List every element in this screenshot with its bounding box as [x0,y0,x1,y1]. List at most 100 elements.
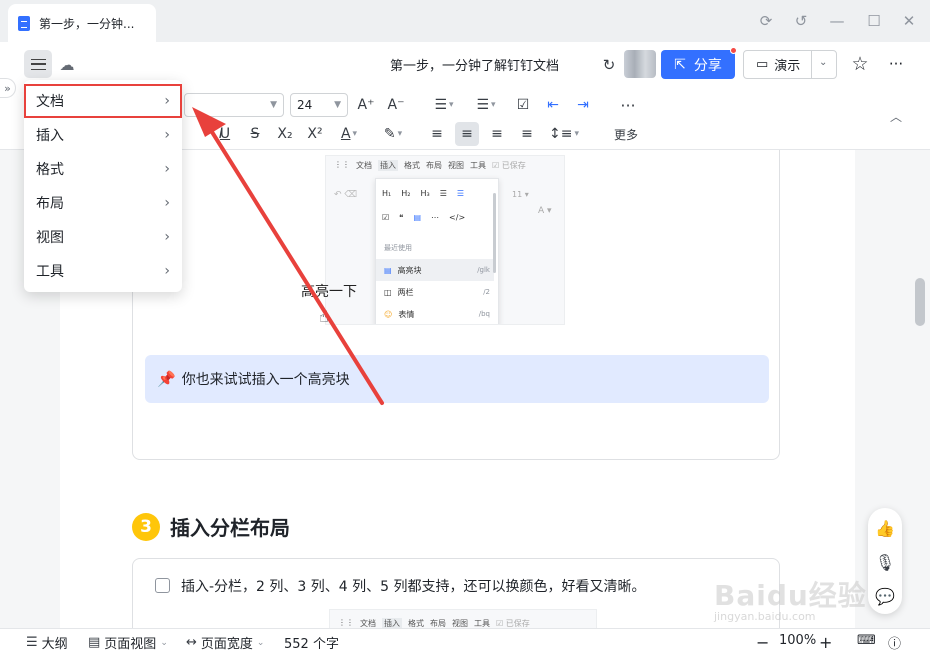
zoom-out-icon[interactable]: − [756,633,769,652]
menu-item-view[interactable]: 视图 › [24,220,182,254]
refresh-icon[interactable]: ↻ [598,54,620,76]
underline-icon[interactable]: U [214,122,236,146]
more-icon[interactable]: ··· [616,93,640,117]
outline-button[interactable]: ☰ 大纲 [26,633,68,652]
minimize-icon[interactable]: — [827,11,847,31]
menu-item-document[interactable]: 文档 › [24,84,182,118]
outline-label: 大纲 [41,637,68,652]
tab-title: 第一步，一分钟... [39,16,135,31]
present-icon: ▭ [756,57,769,72]
more-icon[interactable]: ··· [884,52,908,76]
history-icon[interactable]: ↺ [791,11,811,31]
close-icon[interactable]: ✕ [899,11,919,31]
highlight-icon[interactable]: ✎ ▾ [376,122,410,146]
mini-item: ◫ 两栏/2 [384,287,490,297]
mini-recent-label: 最近使用 [384,244,412,252]
maximize-icon[interactable]: ☐ [864,11,884,31]
floating-assistant-panel: 👍 🎙 💬 [868,508,902,614]
task-checkbox[interactable] [155,578,170,593]
more-label[interactable]: 更多 [614,126,638,143]
help-icon[interactable]: ⓘ [888,633,901,652]
avatar[interactable] [624,50,656,78]
chevron-right-icon: › [164,127,170,143]
mini-menu-item: 格式 [404,161,420,170]
superscript-icon[interactable]: X² [304,122,326,146]
chevron-down-icon[interactable]: ⌄ [819,57,827,68]
mini-menu-item: 视图 [448,161,464,170]
subscript-icon[interactable]: X₂ [274,122,296,146]
chevron-down-icon: ⌄ [256,637,265,648]
menu-item-label: 视图 [36,230,64,246]
checklist-icon[interactable]: ☑ [512,93,534,117]
chevron-down-icon: ▼ [270,100,277,110]
embedded-screenshot: ⋮⋮ 文档 插入 格式 布局 视图 工具 ☑ 已保存 ↶ ⌫ 11 ▾ A ▾ … [325,155,565,325]
mini-menu-item: 插入 [378,160,398,171]
highlight-callout[interactable]: 📌 你也来试试插入一个高亮块 [145,355,769,403]
content-card: 插入-分栏，2 列、3 列、4 列、5 列都支持，还可以换颜色，好看又清晰。 ⋮… [132,558,780,628]
font-family-select[interactable]: ▼ [184,93,284,117]
section-number: 3 [132,512,160,541]
like-icon[interactable]: 👍 [868,514,902,542]
menu-item-layout[interactable]: 布局 › [24,186,182,220]
comment-icon[interactable]: 💬 [868,582,902,610]
align-right-icon[interactable]: ≡ [486,122,508,146]
settings-icon[interactable]: ⟳ [756,11,776,31]
indent-icon[interactable]: ⇥ [572,93,594,117]
chevron-right-icon: › [164,229,170,245]
page-view-label: 页面视图 [104,637,157,652]
microphone-icon[interactable]: 🎙 [868,548,902,576]
align-left-icon[interactable]: ≡ [426,122,448,146]
main-menu-button[interactable] [24,50,52,78]
menu-item-label: 格式 [36,162,64,178]
zoom-in-icon[interactable]: + [819,633,832,652]
mini-menu-bar: ⋮⋮ 文档 插入 格式 布局 视图 工具 ☑ 已保存 [334,160,526,171]
mini-font-color-icon: A ▾ [538,206,552,216]
mini-undo-icon: ↶ ⌫ [334,190,358,200]
status-bar: ☰ 大纲 ▤ 页面视图 ⌄ ↔ 页面宽度 ⌄ 552 个字 − 100% + ⌨… [0,628,930,655]
mini-item: ☺ 表情/bq [384,309,490,319]
pushpin-icon: 📌 [157,370,176,388]
notification-dot [730,47,737,54]
numbered-list-icon[interactable]: ☰ ▾ [468,93,504,117]
mini-grid-icon: ⋮⋮ [338,618,354,627]
share-button[interactable]: ⇱ 分享 [661,47,737,79]
menu-item-label: 布局 [36,196,64,212]
outdent-icon[interactable]: ⇤ [542,93,564,117]
increase-font-icon[interactable]: A⁺ [354,93,378,117]
star-icon[interactable]: ☆ [848,52,872,76]
task-text: 插入-分栏，2 列、3 列、4 列、5 列都支持，还可以换颜色，好看又清晰。 [181,579,646,595]
chevron-right-icon: › [164,195,170,211]
font-size-select[interactable]: 24 ▼ [290,93,348,117]
mini-font-size: 11 ▾ [512,190,529,199]
menu-item-insert[interactable]: 插入 › [24,118,182,152]
menu-item-format[interactable]: 格式 › [24,152,182,186]
present-button[interactable]: ▭ 演示 ⌄ [743,50,837,79]
chevron-right-icon: › [164,263,170,279]
document-tab[interactable]: 第一步，一分钟... [8,4,156,42]
vertical-scrollbar[interactable] [915,278,925,326]
mini-saved-status: ☑ 已保存 [492,161,526,170]
zoom-level[interactable]: 100% [779,633,816,648]
bullet-list-icon[interactable]: ☰ ▾ [426,93,462,117]
collapse-toolbar-icon[interactable]: ︿ [886,106,906,126]
decrease-font-icon[interactable]: A⁻ [384,93,408,117]
mini-grid-icon: ⋮⋮ [334,160,350,169]
hamburger-icon [30,58,46,70]
keyboard-icon[interactable]: ⌨ [857,633,876,648]
watermark-url: jingyan.baidu.com [714,610,816,623]
align-center-icon[interactable]: ≡ [455,122,479,146]
word-count: 552 个字 [284,637,339,652]
font-color-icon[interactable]: A ▾ [334,122,364,146]
title-bar: 第一步，一分钟... ⟳ ↺ — ☐ ✕ [0,0,930,42]
page-width-button[interactable]: ↔ 页面宽度 ⌄ [186,633,264,652]
mini-scrollbar [493,193,496,273]
document-title: 第一步，一分钟了解钉钉文档 [390,59,560,74]
content-card: ⋮⋮ 文档 插入 格式 布局 视图 工具 ☑ 已保存 ↶ ⌫ 11 ▾ A ▾ … [132,150,780,460]
line-spacing-icon[interactable]: ↕≡ ▾ [546,122,582,146]
menu-item-tools[interactable]: 工具 › [24,254,182,288]
strikethrough-icon[interactable]: S [244,122,266,146]
cloud-sync-icon[interactable]: ☁ [56,55,78,75]
page-view-button[interactable]: ▤ 页面视图 ⌄ [88,633,168,652]
justify-icon[interactable]: ≡ [516,122,538,146]
outline-icon: ☰ [26,635,38,650]
